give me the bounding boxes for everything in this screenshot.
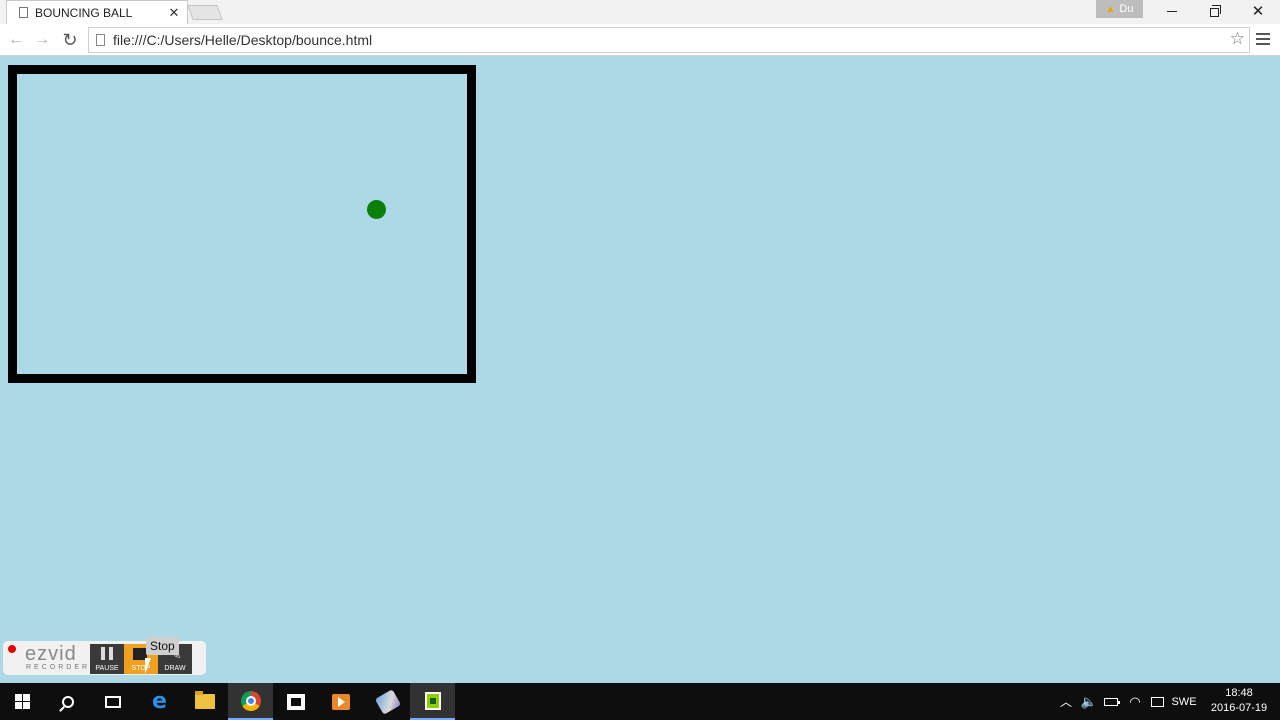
- page-icon: [19, 7, 28, 18]
- store-icon: [286, 693, 305, 710]
- bookmark-star-icon[interactable]: ☆: [1230, 29, 1245, 49]
- game-canvas[interactable]: [8, 65, 476, 383]
- media-player-icon: [331, 693, 350, 710]
- tool-app-icon: [374, 688, 401, 715]
- tab-bouncing-ball[interactable]: BOUNCING BALL ✕: [6, 0, 188, 24]
- clock-date: 2016-07-19: [1210, 702, 1268, 714]
- search-icon: [61, 695, 74, 708]
- taskbar-tool-app[interactable]: [365, 683, 410, 720]
- browser-toolbar: ← → ↻ file:///C:/Users/Helle/Desktop/bou…: [0, 24, 1280, 56]
- close-icon: ✕: [1251, 3, 1265, 20]
- chrome-icon: [240, 690, 261, 711]
- address-bar[interactable]: file:///C:/Users/Helle/Desktop/bounce.ht…: [88, 27, 1250, 53]
- tab-strip: BOUNCING BALL ✕ ▲ Du ✕: [0, 0, 1280, 24]
- reload-icon: ↻: [62, 30, 78, 50]
- profile-button[interactable]: ▲ Du: [1096, 0, 1143, 18]
- chevron-up-icon: ︿: [1059, 695, 1072, 709]
- action-center-button[interactable]: [1147, 683, 1167, 720]
- menu-line: [1256, 43, 1270, 45]
- arrow-left-icon: ←: [8, 31, 24, 48]
- ezvid-logo: ezvid: [25, 643, 77, 665]
- reload-button[interactable]: ↻: [59, 29, 81, 51]
- ezvid-subtitle: RECORDER: [26, 664, 91, 671]
- bouncing-ball: [367, 200, 386, 219]
- minimize-button[interactable]: [1150, 0, 1194, 22]
- taskbar-chrome[interactable]: [228, 683, 273, 720]
- record-indicator-icon: [8, 645, 16, 653]
- windows-logo-icon: [15, 694, 30, 709]
- document-icon: [96, 34, 105, 46]
- volume-button[interactable]: 🔈: [1079, 683, 1099, 720]
- warning-icon: ▲: [1105, 3, 1116, 15]
- restore-icon: [1209, 4, 1221, 17]
- back-button[interactable]: ←: [5, 29, 27, 51]
- task-view-button[interactable]: [90, 683, 135, 720]
- tab-close-icon[interactable]: ✕: [167, 5, 181, 20]
- taskbar-media-player[interactable]: [318, 683, 363, 720]
- profile-label: Du: [1119, 3, 1134, 15]
- pause-button[interactable]: PAUSE: [90, 644, 124, 674]
- page-viewport: [0, 57, 1280, 683]
- speaker-icon: 🔈: [1080, 693, 1098, 709]
- taskbar-file-explorer[interactable]: [182, 683, 227, 720]
- tab-title: BOUNCING BALL: [35, 5, 133, 20]
- pause-label: PAUSE: [95, 665, 119, 672]
- folder-icon: [194, 691, 215, 709]
- minimize-icon: [1167, 10, 1177, 12]
- forward-button[interactable]: →: [31, 29, 53, 51]
- battery-icon: [1104, 697, 1120, 706]
- taskbar-notepad[interactable]: [410, 683, 455, 720]
- url-text[interactable]: file:///C:/Users/Helle/Desktop/bounce.ht…: [113, 32, 372, 48]
- edge-browser-icon: e: [152, 689, 167, 714]
- hamburger-menu-icon[interactable]: [1256, 33, 1270, 47]
- search-button[interactable]: [45, 683, 90, 720]
- taskbar-store[interactable]: [273, 683, 318, 720]
- show-hidden-icons-button[interactable]: ︿: [1057, 683, 1075, 720]
- pause-icon: [101, 647, 113, 660]
- system-clock[interactable]: 18:48 2016-07-19: [1204, 686, 1274, 716]
- restore-button[interactable]: [1192, 0, 1236, 22]
- windows-taskbar: e ︿ 🔈 ◠ SWE 18:48 2016-07-19: [0, 683, 1280, 720]
- notepad-icon: [424, 691, 441, 710]
- menu-line: [1256, 33, 1270, 35]
- close-window-button[interactable]: ✕: [1236, 0, 1280, 22]
- task-view-icon: [104, 695, 121, 708]
- wifi-icon: ◠: [1129, 693, 1141, 709]
- arrow-right-icon: →: [34, 31, 50, 48]
- taskbar-edge[interactable]: e: [137, 683, 182, 720]
- menu-line: [1256, 38, 1270, 40]
- draw-label: DRAW: [164, 665, 186, 672]
- battery-button[interactable]: [1101, 683, 1121, 720]
- new-tab-button[interactable]: [187, 5, 223, 20]
- start-button[interactable]: [0, 683, 45, 720]
- language-indicator[interactable]: SWE: [1170, 683, 1198, 720]
- mouse-cursor-icon: [145, 658, 157, 674]
- stop-tooltip: Stop: [146, 637, 179, 655]
- notification-icon: [1150, 696, 1164, 707]
- network-button[interactable]: ◠: [1125, 683, 1145, 720]
- clock-time: 18:48: [1225, 687, 1253, 699]
